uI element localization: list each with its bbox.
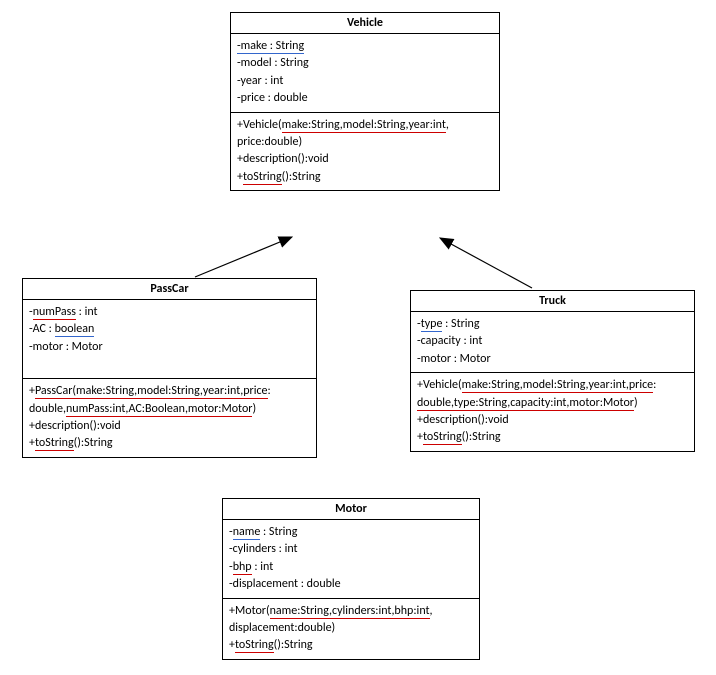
methods-section: +Vehicle(make:String,model:String,year:i… <box>231 113 499 191</box>
attr-name: -name : String <box>229 524 473 541</box>
method-constructor: +Vehicle(make:String,model:String,year:i… <box>417 377 688 394</box>
attr-make: -make : String <box>237 38 493 55</box>
class-name: Motor <box>223 499 479 520</box>
attr-numpass: -numPass : int <box>29 304 310 321</box>
attr-motor: -motor : Motor <box>29 339 310 356</box>
method-constructor-line2: double,type:String,capacity:int,motor:Mo… <box>417 395 688 412</box>
method-constructor: +PassCar(make:String,model:String,year:i… <box>29 383 310 400</box>
method-description: +description():void <box>29 418 310 435</box>
method-tostring: +toString():String <box>29 435 310 452</box>
class-truck: Truck -type : String -capacity : int -mo… <box>410 290 695 452</box>
method-tostring: +toString():String <box>229 637 473 654</box>
class-motor: Motor -name : String -cylinders : int -b… <box>222 498 480 660</box>
attr-bhp: -bhp : int <box>229 559 473 576</box>
methods-section: +Vehicle(make:String,model:String,year:i… <box>411 373 694 451</box>
method-description: +description():void <box>237 151 493 168</box>
method-constructor-line2: displacement:double) <box>229 620 473 637</box>
methods-section: +PassCar(make:String,model:String,year:i… <box>23 379 316 457</box>
attr-displacement: -displacement : double <box>229 576 473 593</box>
class-passcar: PassCar -numPass : int -AC : boolean -mo… <box>22 278 317 458</box>
class-name: Vehicle <box>231 13 499 34</box>
attr-price: -price : double <box>237 90 493 107</box>
attr-capacity: -capacity : int <box>417 333 688 350</box>
attr-year: -year : int <box>237 73 493 90</box>
attributes-section: -name : String -cylinders : int -bhp : i… <box>223 520 479 599</box>
class-name: PassCar <box>23 279 316 300</box>
attr-model: -model : String <box>237 55 493 72</box>
method-tostring: +toString():String <box>417 429 688 446</box>
attributes-section: -numPass : int -AC : boolean -motor : Mo… <box>23 300 316 379</box>
attr-cylinders: -cylinders : int <box>229 541 473 558</box>
attr-ac: -AC : boolean <box>29 321 310 338</box>
attr-motor: -motor : Motor <box>417 351 688 368</box>
method-description: +description():void <box>417 412 688 429</box>
method-tostring: +toString():String <box>237 169 493 186</box>
attributes-section: -type : String -capacity : int -motor : … <box>411 312 694 373</box>
class-vehicle: Vehicle -make : String -model : String -… <box>230 12 500 191</box>
class-name: Truck <box>411 291 694 312</box>
method-constructor-line2: double,numPass:int,AC:Boolean,motor:Moto… <box>29 401 310 418</box>
attributes-section: -make : String -model : String -year : i… <box>231 34 499 113</box>
methods-section: +Motor(name:String,cylinders:int,bhp:int… <box>223 599 479 659</box>
method-constructor: +Motor(name:String,cylinders:int,bhp:int… <box>229 603 473 620</box>
method-constructor: +Vehicle(make:String,model:String,year:i… <box>237 117 493 134</box>
attr-type: -type : String <box>417 316 688 333</box>
method-constructor-line2: price:double) <box>237 134 493 151</box>
